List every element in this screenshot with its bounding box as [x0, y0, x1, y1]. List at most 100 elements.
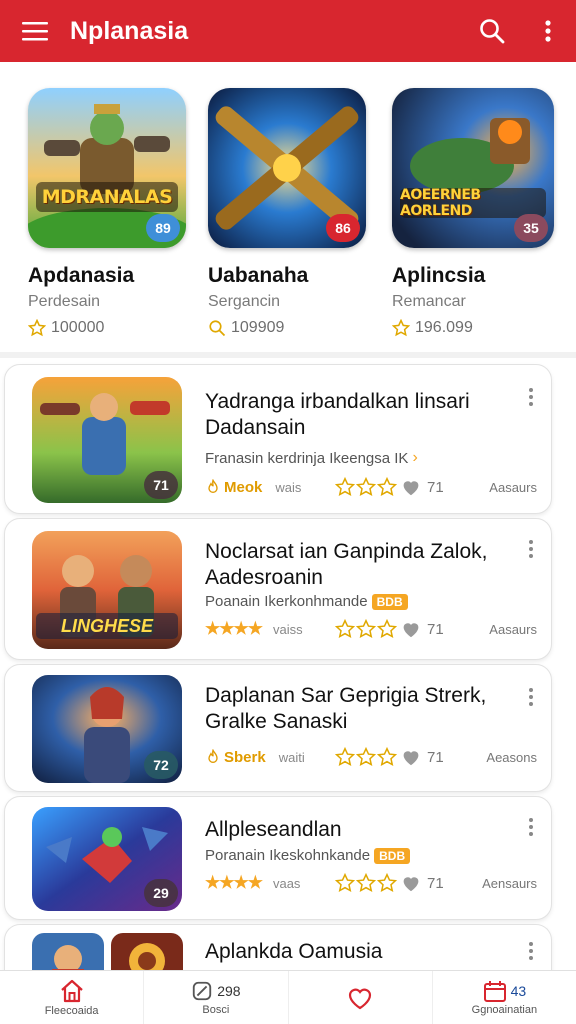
- list-subtitle-text: Poanain Ikerkonhmande: [205, 593, 368, 610]
- star-outline-group: [335, 619, 397, 639]
- star-outline-icon: [335, 477, 355, 497]
- rating-label: Sberk: [224, 748, 266, 766]
- list-thumbnail[interactable]: LINGHESE: [32, 531, 182, 649]
- rating-suffix: waiti: [278, 749, 305, 765]
- star-outline-icon: [356, 873, 376, 893]
- likes-count: 71: [427, 874, 444, 892]
- nav-item-calendar[interactable]: 43 Ggnoainatian: [433, 971, 576, 1024]
- heart-icon: [403, 623, 419, 638]
- likes[interactable]: 71: [401, 874, 444, 892]
- list-thumbnail[interactable]: 72: [32, 675, 182, 783]
- category-label: Aensaurs: [482, 875, 537, 891]
- featured-banner-text: MDRANALAS: [36, 182, 178, 212]
- chevron-right-icon: ›: [412, 449, 418, 466]
- list-title: Yadranga irbandalkan linsari Dadansain: [205, 390, 470, 439]
- rating-suffix: vaiss: [272, 621, 303, 637]
- rating-stars: ★★★★ vaiss: [205, 619, 335, 639]
- heart-icon: [403, 877, 419, 892]
- likes-count: 71: [427, 620, 444, 638]
- list-meta: Sberk waiti 71 Aeasons: [205, 747, 537, 767]
- more-vert-icon[interactable]: [523, 685, 539, 709]
- star-filled-icon: ★★★★: [205, 619, 263, 638]
- featured-card[interactable]: MDRANALAS 89 Apdanasia Perdesain 100000: [28, 88, 198, 337]
- calendar-icon: [483, 980, 506, 1002]
- rating-suffix: vaas: [272, 875, 301, 891]
- featured-row: MDRANALAS 89 Apdanasia Perdesain 100000: [0, 62, 576, 358]
- more-vert-icon[interactable]: [520, 0, 576, 62]
- likes[interactable]: 71: [401, 748, 444, 766]
- list-item[interactable]: 29 Allpleseandlan Poranain Ikeskohnkande…: [4, 796, 552, 920]
- category-label: Aasaurs: [489, 621, 537, 637]
- list-logo-text: LINGHESE: [36, 613, 178, 639]
- search-icon: [209, 320, 226, 337]
- featured-name: Uabanaha: [208, 264, 309, 287]
- category-label: Aasaurs: [489, 479, 537, 495]
- app-title: Nplanasia: [70, 16, 189, 45]
- list-item[interactable]: 71 Yadranga irbandalkan linsari Dadansai…: [4, 364, 552, 514]
- heart-icon: [403, 751, 419, 766]
- star-outline-icon: [356, 619, 376, 639]
- list-item[interactable]: LINGHESE Noclarsat ian Ganpinda Zalok, A…: [4, 518, 552, 660]
- star-outline-group: [335, 477, 397, 497]
- featured-thumbnail[interactable]: 86: [208, 88, 366, 248]
- featured-subtitle: Perdesain: [28, 293, 101, 310]
- likes[interactable]: 71: [401, 620, 444, 638]
- tag-icon: [193, 981, 212, 1000]
- fire-icon: [208, 749, 218, 763]
- star-outline-group: [335, 873, 397, 893]
- top-app-bar: Nplanasia: [0, 0, 576, 62]
- featured-thumbnail[interactable]: MDRANALAS 89: [28, 88, 186, 248]
- nav-item-home[interactable]: Fleecoaida: [0, 971, 145, 1024]
- list-meta: ★★★★ vaiss 71 Aasaurs: [205, 619, 537, 639]
- likes-count: 71: [427, 748, 444, 766]
- category-label: Aeasons: [486, 749, 537, 765]
- tag-badge: BDB: [371, 593, 408, 610]
- list-subtitle-text: Poranain Ikeskohnkande: [205, 847, 371, 864]
- more-vert-icon[interactable]: [523, 385, 539, 409]
- rating-stars: ★★★★ vaas: [205, 873, 335, 893]
- tag-badge: BDB: [374, 847, 411, 864]
- nav-label: Bosci: [202, 1003, 230, 1016]
- rating-label: Meok: [224, 478, 263, 496]
- featured-stat: 100000: [28, 319, 198, 337]
- star-outline-icon: [335, 747, 355, 767]
- nav-item-tag[interactable]: 298 Bosci: [144, 971, 289, 1024]
- featured-stat: 109909: [208, 319, 378, 337]
- likes[interactable]: 71: [401, 478, 444, 496]
- list-meta: ★★★★ vaas 71 Aensaurs: [205, 873, 537, 893]
- star-outline-icon: [392, 319, 410, 337]
- list-thumbnail[interactable]: 71: [32, 377, 182, 503]
- featured-card[interactable]: AOEERNEB AORLEND 35 Aplincsia Remancar 1…: [392, 88, 562, 337]
- featured-thumbnail[interactable]: AOEERNEB AORLEND 35: [392, 88, 554, 248]
- star-outline-icon: [377, 619, 397, 639]
- list-title: Aplankda Oamusia: [205, 940, 383, 963]
- hamburger-icon[interactable]: [0, 0, 70, 62]
- search-icon[interactable]: [464, 0, 520, 62]
- likes-count: 71: [427, 478, 444, 496]
- featured-subtitle: Remancar: [392, 293, 466, 310]
- star-outline-icon: [377, 873, 397, 893]
- nav-count: 298: [217, 982, 241, 999]
- more-vert-icon[interactable]: [523, 939, 539, 963]
- fire-icon: [208, 479, 218, 493]
- list-thumbnail[interactable]: 29: [32, 807, 182, 911]
- nav-item-favorites[interactable]: [289, 971, 433, 1024]
- list-item[interactable]: 72 Daplanan Sar Geprigia Strerk, Gralke …: [4, 664, 552, 792]
- featured-name: Aplincsia: [392, 264, 486, 287]
- heart-icon: [403, 481, 419, 496]
- star-outline-icon: [335, 619, 355, 639]
- more-vert-icon[interactable]: [523, 537, 539, 561]
- featured-name: Apdanasia: [28, 264, 135, 287]
- list-title: Noclarsat ian Ganpinda Zalok, Aadesroani…: [205, 540, 488, 589]
- featured-count: 100000: [51, 319, 105, 336]
- star-outline-icon: [356, 747, 376, 767]
- featured-card[interactable]: 86 Uabanaha Sergancin 109909: [208, 88, 378, 337]
- list-subtitle-text: Franasin kerdrinja Ikeengsa IK: [205, 449, 409, 467]
- rating-suffix: wais: [275, 479, 302, 495]
- list-badge: 72: [144, 751, 178, 779]
- rating-badge: Sberk waiti: [205, 749, 335, 766]
- featured-badge: 89: [146, 214, 180, 242]
- star-outline-icon: [356, 477, 376, 497]
- more-vert-icon[interactable]: [523, 815, 539, 839]
- featured-count: 109909: [231, 319, 285, 336]
